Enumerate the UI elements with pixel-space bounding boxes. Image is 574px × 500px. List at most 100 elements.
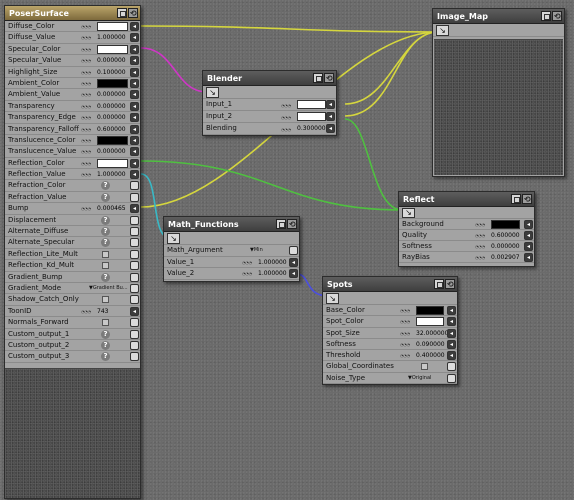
param-value[interactable]: 1.000000 <box>258 258 287 267</box>
color-swatch[interactable] <box>297 100 326 109</box>
input-socket-icon[interactable]: ◂ <box>130 101 139 111</box>
animate-dial-icon[interactable]: ◔◔◔ <box>81 136 91 146</box>
input-socket-icon[interactable]: ◂ <box>447 306 456 315</box>
input-socket-icon[interactable]: ◂ <box>524 253 533 262</box>
input-socket-icon[interactable]: ◂ <box>447 328 456 338</box>
input-socket-icon[interactable] <box>447 373 456 383</box>
param-value[interactable]: 1.000000 <box>97 170 126 179</box>
help-icon[interactable]: ? <box>101 227 110 237</box>
input-socket-icon[interactable] <box>130 329 139 339</box>
animate-dial-icon[interactable]: ◔◔◔ <box>81 147 91 157</box>
input-socket-icon[interactable] <box>130 352 139 362</box>
input-socket-icon[interactable]: ◂ <box>130 124 139 134</box>
input-socket-icon[interactable]: ◂ <box>524 231 533 240</box>
animate-dial-icon[interactable]: ◔◔◔ <box>81 307 91 317</box>
animate-dial-icon[interactable]: ◔◔◔ <box>281 112 291 123</box>
param-value[interactable]: 743 <box>97 307 108 316</box>
image-map-titlebar[interactable]: Image_Map <box>433 9 564 24</box>
input-socket-icon[interactable]: ◂ <box>130 170 139 180</box>
input-socket-icon[interactable] <box>130 272 139 282</box>
color-swatch[interactable] <box>97 135 128 145</box>
input-socket-icon[interactable]: ◂ <box>447 339 456 349</box>
options-icon[interactable] <box>522 192 532 207</box>
param-value[interactable]: 0.400000 <box>416 351 445 360</box>
param-value[interactable]: 0.002907 <box>491 253 520 262</box>
input-socket-icon[interactable] <box>130 340 139 350</box>
help-icon[interactable]: ? <box>101 340 110 350</box>
input-socket-icon[interactable] <box>289 246 298 255</box>
param-value[interactable]: 0.090000 <box>416 340 445 349</box>
param-value[interactable]: 1.000000 <box>258 269 287 278</box>
param-value[interactable]: 0.000000 <box>491 242 520 251</box>
input-socket-icon[interactable]: ◂ <box>130 90 139 100</box>
animate-dial-icon[interactable]: ◔◔◔ <box>81 170 91 180</box>
param-value[interactable]: 0.000000 <box>97 90 126 99</box>
checkbox[interactable] <box>421 363 428 371</box>
collapse-icon[interactable] <box>313 73 323 83</box>
input-socket-icon[interactable] <box>130 318 139 328</box>
help-icon[interactable]: ? <box>101 192 110 202</box>
input-socket-icon[interactable] <box>130 192 139 202</box>
input-socket-icon[interactable]: ◂ <box>130 33 139 43</box>
input-socket-icon[interactable] <box>130 295 139 305</box>
param-value[interactable]: 1.000000 <box>97 33 126 42</box>
input-socket-icon[interactable]: ◂ <box>130 78 139 88</box>
animate-dial-icon[interactable]: ◔◔◔ <box>400 340 410 350</box>
input-socket-icon[interactable]: ◂ <box>130 147 139 157</box>
help-icon[interactable]: ? <box>101 329 110 339</box>
options-icon[interactable] <box>128 6 138 21</box>
help-icon[interactable]: ? <box>101 272 110 282</box>
param-value[interactable]: 0.000000 <box>97 102 126 111</box>
help-icon[interactable]: ? <box>101 238 110 248</box>
input-socket-icon[interactable]: ◂ <box>289 269 298 278</box>
input-socket-icon[interactable] <box>130 238 139 248</box>
input-socket-icon[interactable]: ◂ <box>524 220 533 229</box>
animate-dial-icon[interactable]: ◔◔◔ <box>475 242 485 252</box>
dropdown-select[interactable]: ▼Min <box>250 245 263 256</box>
dropdown-select[interactable]: ▼Original <box>408 373 431 383</box>
input-socket-icon[interactable]: ◂ <box>130 113 139 123</box>
color-swatch[interactable] <box>97 78 128 88</box>
spots-titlebar[interactable]: Spots <box>323 277 457 292</box>
input-socket-icon[interactable]: ◂ <box>524 242 533 251</box>
input-socket-icon[interactable]: ◂ <box>289 257 298 267</box>
animate-dial-icon[interactable]: ◔◔◔ <box>81 45 91 55</box>
blender-node[interactable]: Blender ↘ Input_1◔◔◔◂Input_2◔◔◔◂Blending… <box>202 70 337 136</box>
animate-dial-icon[interactable]: ◔◔◔ <box>400 351 410 361</box>
animate-dial-icon[interactable]: ◔◔◔ <box>81 33 91 43</box>
input-socket-icon[interactable]: ◂ <box>326 100 335 109</box>
checkbox[interactable] <box>102 262 109 270</box>
param-value[interactable]: 0.000000 <box>97 113 126 122</box>
input-socket-icon[interactable] <box>130 181 139 191</box>
help-icon[interactable]: ? <box>101 181 110 191</box>
param-value[interactable]: 0.600000 <box>97 125 126 134</box>
input-socket-icon[interactable] <box>130 283 139 293</box>
input-socket-icon[interactable] <box>130 227 139 237</box>
output-plug-icon[interactable]: ↘ <box>206 87 219 98</box>
math-functions-titlebar[interactable]: Math_Functions <box>164 217 299 232</box>
input-socket-icon[interactable] <box>130 249 139 259</box>
param-value[interactable]: 32.000000 <box>416 329 448 338</box>
param-value[interactable]: 0.100000 <box>97 68 126 77</box>
input-socket-icon[interactable]: ◂ <box>130 135 139 145</box>
options-icon[interactable] <box>287 217 297 232</box>
output-plug-icon[interactable]: ↘ <box>326 293 339 304</box>
input-socket-icon[interactable]: ◂ <box>326 112 335 121</box>
animate-dial-icon[interactable]: ◔◔◔ <box>81 113 91 123</box>
animate-dial-icon[interactable]: ◔◔◔ <box>242 269 252 280</box>
math-functions-node[interactable]: Math_Functions ↘ Math_Argument▼MinValue_… <box>163 216 300 282</box>
checkbox[interactable] <box>102 319 109 327</box>
options-icon[interactable] <box>324 71 334 86</box>
input-socket-icon[interactable]: ◂ <box>130 204 139 214</box>
param-value[interactable]: 0.000000 <box>97 147 126 156</box>
blender-titlebar[interactable]: Blender <box>203 71 336 86</box>
animate-dial-icon[interactable]: ◔◔◔ <box>81 22 91 32</box>
param-value[interactable]: 0.000000 <box>97 56 126 65</box>
options-icon[interactable] <box>445 277 455 292</box>
color-swatch[interactable] <box>491 220 520 229</box>
collapse-icon[interactable] <box>276 219 286 229</box>
checkbox[interactable] <box>102 250 109 258</box>
input-socket-icon[interactable] <box>130 215 139 225</box>
animate-dial-icon[interactable]: ◔◔◔ <box>81 125 91 135</box>
color-swatch[interactable] <box>416 317 444 327</box>
